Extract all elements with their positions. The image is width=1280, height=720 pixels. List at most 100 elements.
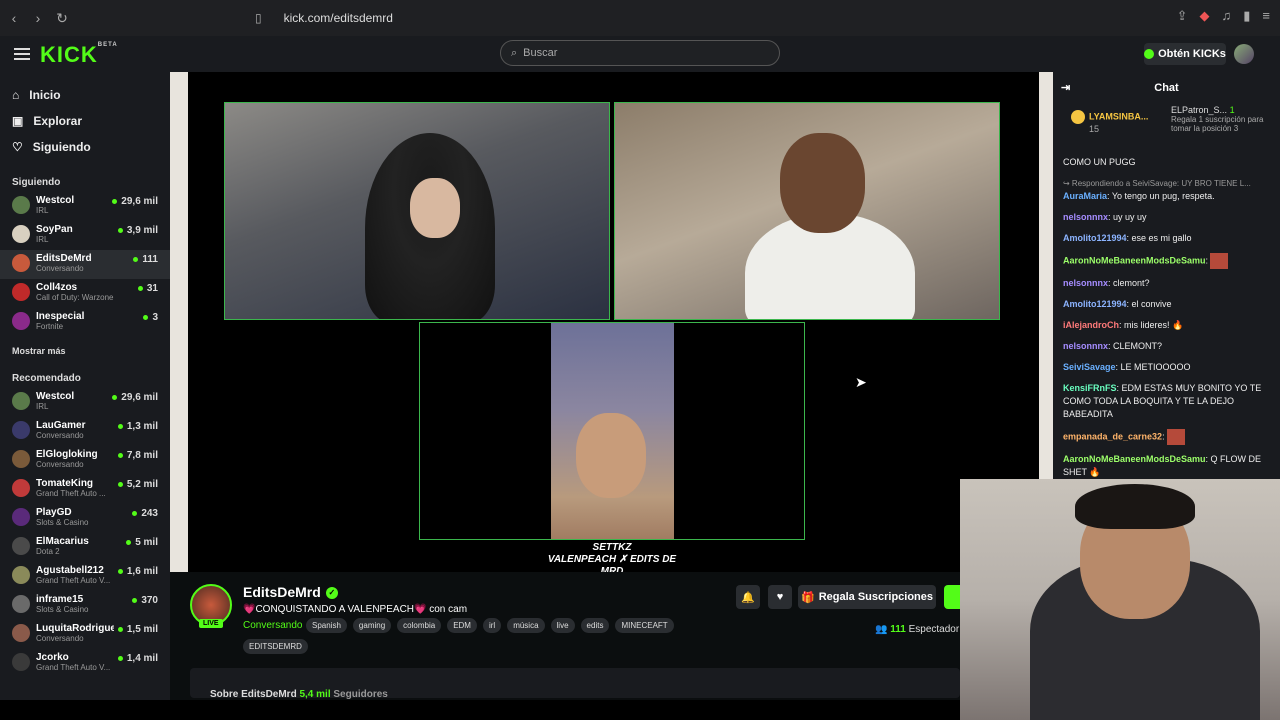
viewer-count: 29,6 mil bbox=[112, 392, 158, 403]
tag-live[interactable]: live bbox=[550, 618, 575, 633]
channel-avatar bbox=[12, 283, 30, 301]
compass-icon: ▣ bbox=[12, 114, 24, 128]
channel-name[interactable]: EditsDeMrd ✓ bbox=[243, 584, 338, 600]
kicks-icon bbox=[1144, 49, 1155, 59]
sidebar-channel-westcol[interactable]: Westcol IRL 29,6 mil bbox=[0, 192, 170, 221]
tag-mineceaft[interactable]: MINECEAFT bbox=[615, 618, 674, 633]
viewer-count: 7,8 mil bbox=[118, 450, 158, 461]
sidebar-channel-coll4zos[interactable]: Coll4zos Call of Duty: Warzone 31 bbox=[0, 279, 170, 308]
search-placeholder: Buscar bbox=[523, 47, 558, 59]
chat-message: AuraMaria: Yo tengo un pug, respeta. bbox=[1063, 190, 1270, 203]
user-avatar[interactable] bbox=[1234, 44, 1254, 64]
shield-icon[interactable]: ◆ bbox=[1200, 8, 1210, 24]
chat-username[interactable]: nelsonnnx bbox=[1063, 278, 1108, 288]
chat-messages: COMO UN PUGG ↪ Respondiendo a SeiviSavage… bbox=[1053, 156, 1280, 479]
sidebar-channel-elglogloking[interactable]: ElGlogloking Conversando 7,8 mil bbox=[0, 446, 170, 475]
sidebar-channel-soypan[interactable]: SoyPan IRL 3,9 mil bbox=[0, 221, 170, 250]
chat-username[interactable]: KensiFRnFS bbox=[1063, 383, 1117, 393]
chat-username[interactable]: iAlejandroCh bbox=[1063, 320, 1119, 330]
leaderboard-first[interactable]: LYAMSINBA... 15 bbox=[1071, 110, 1148, 134]
chat-username[interactable]: empanada_de_carne32 bbox=[1063, 431, 1162, 441]
tag-editsdemrd[interactable]: EDITSDEMRD bbox=[243, 639, 308, 654]
back-icon[interactable]: ‹ bbox=[4, 8, 24, 28]
stream-category[interactable]: Conversando bbox=[243, 620, 302, 631]
hamburger-menu-icon[interactable] bbox=[14, 45, 30, 61]
reload-icon[interactable]: ↻ bbox=[52, 8, 72, 28]
chat-leaderboard: LYAMSINBA... 15 ELPatron_S... 1 Regala 1 s… bbox=[1053, 104, 1280, 156]
chat-username[interactable]: nelsonnnx bbox=[1063, 212, 1108, 222]
sidebar-channel-jcorko[interactable]: Jcorko Grand Theft Auto V... 1,4 mil bbox=[0, 649, 170, 678]
sidebar-channel-tomateking[interactable]: TomateKing Grand Theft Auto ... 5,2 mil bbox=[0, 475, 170, 504]
chat-username[interactable]: nelsonnnx bbox=[1063, 341, 1108, 351]
sidebar-channel-inframe15[interactable]: inframe15 Slots & Casino 370 bbox=[0, 591, 170, 620]
chat-username[interactable]: SeiviSavage bbox=[1063, 362, 1116, 372]
tag-colombia[interactable]: colombia bbox=[397, 618, 442, 633]
notification-bell-icon[interactable]: 🔔 bbox=[736, 585, 760, 609]
chat-username[interactable]: Amolito121994 bbox=[1063, 299, 1127, 309]
get-kicks-button[interactable]: Obtén KICKs bbox=[1144, 43, 1226, 65]
tag-irl[interactable]: irl bbox=[482, 618, 502, 633]
channel-name: LauGamer bbox=[36, 420, 86, 431]
chat-username[interactable]: AuraMaria bbox=[1063, 191, 1107, 201]
recommended-list: Westcol IRL 29,6 mil LauGamer Conversando 1,3… bbox=[0, 388, 170, 678]
share-icon[interactable]: ⇪ bbox=[1177, 8, 1188, 24]
sidebar-channel-elmacarius[interactable]: ElMacarius Dota 2 5 mil bbox=[0, 533, 170, 562]
chat-text: : ese es mi gallo bbox=[1126, 233, 1192, 243]
channel-avatar bbox=[12, 537, 30, 555]
chat-text: : CLEMONT? bbox=[1108, 341, 1163, 351]
camera-feed-3-image bbox=[551, 323, 674, 539]
chat-text: : uy uy uy bbox=[1108, 212, 1147, 222]
tag-gaming[interactable]: gaming bbox=[352, 618, 392, 633]
sidebar-channel-editsdemrd[interactable]: EditsDeMrd Conversando 111 bbox=[0, 250, 170, 279]
chat-text: : el convive bbox=[1126, 299, 1172, 309]
channel-category: Conversando bbox=[36, 264, 84, 273]
channel-category: Conversando bbox=[36, 460, 84, 469]
address-bar[interactable]: ▯ kick.com/editsdemrd bbox=[255, 6, 995, 30]
viewer-count: 1,3 mil bbox=[118, 421, 158, 432]
tag-spanish[interactable]: Spanish bbox=[306, 618, 347, 633]
nav-inicio[interactable]: ⌂ Inicio bbox=[0, 82, 170, 108]
webcam-overlay bbox=[960, 479, 1280, 720]
nav-explorar[interactable]: ▣ Explorar bbox=[0, 108, 170, 134]
collapse-chat-icon[interactable]: ⇥ bbox=[1061, 72, 1070, 104]
sidebar-channel-playgd[interactable]: PlayGD Slots & Casino 243 bbox=[0, 504, 170, 533]
sidebar-channel-luquitarodriguez[interactable]: LuquitaRodriguez Conversando 1,5 mil bbox=[0, 620, 170, 649]
kick-logo[interactable]: KICKBETA bbox=[40, 42, 118, 68]
viewer-count: 1,6 mil bbox=[118, 566, 158, 577]
leaderboard-second[interactable]: ELPatron_S... 1 Regala 1 suscripción para… bbox=[1171, 106, 1271, 134]
chat-text: : bbox=[1162, 431, 1165, 442]
chat-username[interactable]: AaronNoMeBaneenModsDeSamu bbox=[1063, 255, 1206, 265]
sidebar-channel-westcol[interactable]: Westcol IRL 29,6 mil bbox=[0, 388, 170, 417]
sidebar-channel-agustabell212[interactable]: Agustabell212 Grand Theft Auto V... 1,6 mi… bbox=[0, 562, 170, 591]
viewer-count: 111 bbox=[133, 254, 158, 265]
reply-context: ↪ Respondiendo a SeiviSavage: UY BRO TIE… bbox=[1063, 179, 1251, 188]
gift-subs-button[interactable]: 🎁 Regala Suscripciones bbox=[798, 585, 936, 609]
music-icon[interactable]: ♫ bbox=[1222, 8, 1232, 24]
tag-música[interactable]: música bbox=[507, 618, 545, 633]
chat-message: empanada_de_carne32: bbox=[1063, 429, 1270, 445]
viewer-count: 5 mil bbox=[126, 537, 158, 548]
chat-username[interactable]: Amolito121994 bbox=[1063, 233, 1127, 243]
search-input[interactable]: ⌕ Buscar bbox=[500, 40, 780, 66]
follow-heart-icon[interactable]: ♥ bbox=[768, 585, 792, 609]
verified-icon: ✓ bbox=[325, 587, 338, 600]
sidebar-channel-laugamer[interactable]: LauGamer Conversando 1,3 mil bbox=[0, 417, 170, 446]
viewer-count: 243 bbox=[132, 508, 158, 519]
chat-username[interactable]: AaronNoMeBaneenModsDeSamu bbox=[1063, 454, 1206, 464]
video-player[interactable]: SETTKZ VALENPEACH ✗ EDITS DE MRD ➤ bbox=[170, 72, 1053, 577]
tag-edits[interactable]: edits bbox=[580, 618, 610, 633]
sidebar-icon[interactable]: ▮ bbox=[1243, 8, 1250, 24]
viewer-count: 👥 111 Espectador bbox=[875, 624, 960, 635]
show-more-link[interactable]: Mostrar más bbox=[0, 342, 170, 360]
recommended-title: Recomendado bbox=[12, 373, 81, 384]
menu-icon[interactable]: ≡ bbox=[1262, 8, 1270, 24]
tag-edm[interactable]: EDM bbox=[447, 618, 477, 633]
nav-siguiendo[interactable]: ♡ Siguiendo bbox=[0, 134, 170, 160]
channel-avatar bbox=[12, 566, 30, 584]
forward-icon[interactable]: › bbox=[28, 8, 48, 28]
subscribe-button[interactable] bbox=[944, 585, 960, 609]
viewer-count: 5,2 mil bbox=[118, 479, 158, 490]
stream-title: 💗CONQUISTANDO A VALENPEACH💗 con cam bbox=[243, 604, 468, 615]
bookmark-icon[interactable]: ▯ bbox=[255, 11, 262, 25]
sidebar-channel-inespecial[interactable]: Inespecial Fortnite 3 bbox=[0, 308, 170, 337]
